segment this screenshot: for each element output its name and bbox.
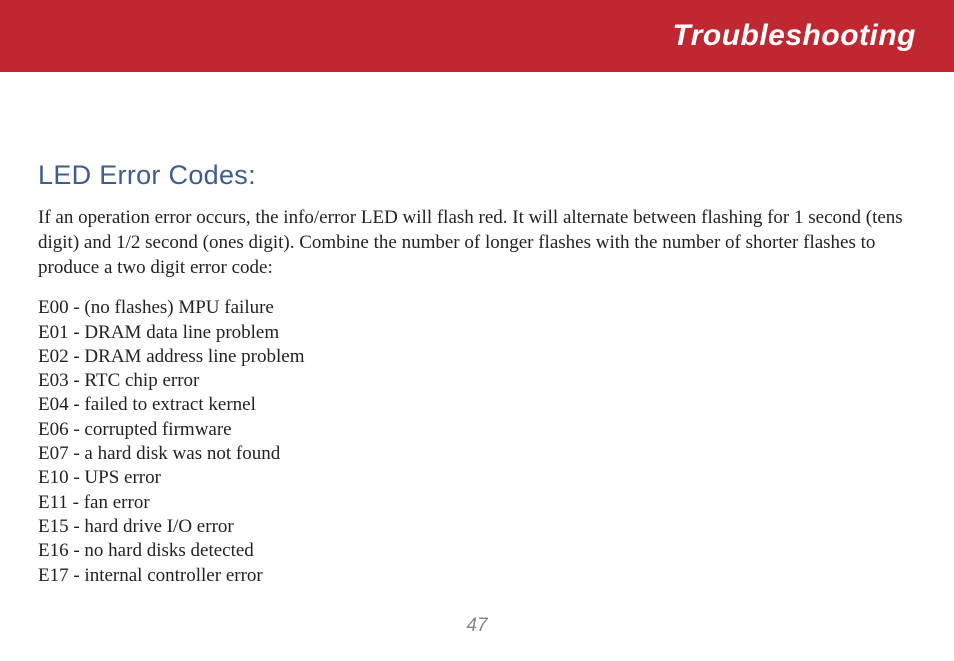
error-code-item: E11 - fan error xyxy=(38,491,916,515)
error-code-item: E01 - DRAM data line problem xyxy=(38,321,916,345)
header-bar: Troubleshooting xyxy=(0,0,954,72)
error-code-item: E07 - a hard disk was not found xyxy=(38,442,916,466)
page-number: 47 xyxy=(466,615,487,637)
error-code-item: E03 - RTC chip error xyxy=(38,369,916,393)
content-area: LED Error Codes: If an operation error o… xyxy=(0,72,954,588)
error-code-item: E17 - internal controller error xyxy=(38,564,916,588)
error-code-item: E00 - (no flashes) MPU failure xyxy=(38,296,916,320)
error-code-item: E04 - failed to extract kernel xyxy=(38,393,916,417)
header-title: Troubleshooting xyxy=(672,19,916,53)
error-code-list: E00 - (no flashes) MPU failure E01 - DRA… xyxy=(38,296,916,588)
error-code-item: E10 - UPS error xyxy=(38,466,916,490)
error-code-item: E15 - hard drive I/O error xyxy=(38,515,916,539)
section-heading: LED Error Codes: xyxy=(38,160,916,191)
error-code-item: E02 - DRAM address line problem xyxy=(38,345,916,369)
intro-paragraph: If an operation error occurs, the info/e… xyxy=(38,205,916,280)
error-code-item: E16 - no hard disks detected xyxy=(38,539,916,563)
error-code-item: E06 - corrupted firmware xyxy=(38,418,916,442)
